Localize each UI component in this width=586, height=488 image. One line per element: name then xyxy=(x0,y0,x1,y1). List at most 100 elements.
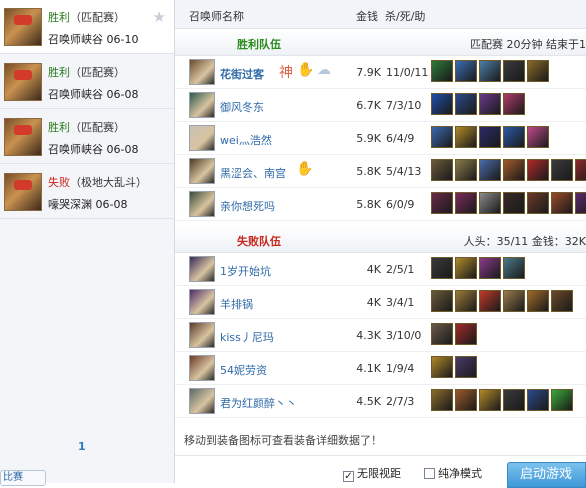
item-icon[interactable] xyxy=(431,159,453,181)
gold-value: 6.7K xyxy=(356,99,381,112)
summoner-name[interactable]: 1岁开始坑 xyxy=(220,263,271,279)
player-row[interactable]: 亲你想死吗 5.8K 6/0/9 xyxy=(175,188,586,221)
pure-mode-checkbox[interactable]: 纯净模式 xyxy=(424,465,482,481)
player-row[interactable]: 君为红颜醉丶丶 4.5K 2/7/3 xyxy=(175,385,586,418)
champion-icon xyxy=(189,191,215,217)
item-icon[interactable] xyxy=(551,389,573,411)
checkbox-box[interactable] xyxy=(424,468,435,479)
item-icon[interactable] xyxy=(527,126,549,148)
item-icon[interactable] xyxy=(431,290,453,312)
col-gold: 金钱 xyxy=(356,10,378,23)
summoner-name[interactable]: 御风冬东 xyxy=(220,99,264,115)
summoner-name[interactable]: wei灬浩然 xyxy=(220,132,272,148)
gold-value: 4K xyxy=(366,296,381,309)
item-icon[interactable] xyxy=(431,126,453,148)
col-kda: 杀/死/助 xyxy=(385,10,426,23)
item-icon[interactable] xyxy=(431,389,453,411)
item-icon[interactable] xyxy=(431,93,453,115)
item-icon[interactable] xyxy=(431,257,453,279)
unlimited-view-checkbox[interactable]: ✓ 无限视距 xyxy=(343,465,401,482)
item-icon[interactable] xyxy=(431,323,453,345)
item-icon[interactable] xyxy=(431,60,453,82)
match-map: 召唤师峡谷 xyxy=(48,143,103,156)
match-result-line: 胜利（匹配赛） xyxy=(48,119,125,135)
item-icon[interactable] xyxy=(455,389,477,411)
match-item[interactable]: 胜利（匹配赛） 召唤师峡谷 06-08 xyxy=(0,55,174,109)
item-icon[interactable] xyxy=(479,159,501,181)
match-result-line: 失败（极地大乱斗） xyxy=(48,174,147,190)
player-row[interactable]: 黑涩会、南宫 5.8K 5/4/13 ✋ xyxy=(175,155,586,188)
start-game-button[interactable]: 启动游戏 xyxy=(507,462,586,488)
champion-icon xyxy=(189,59,215,85)
item-icon[interactable] xyxy=(503,257,525,279)
item-icon[interactable] xyxy=(479,126,501,148)
item-icon[interactable] xyxy=(479,60,501,82)
match-date: 06-08 xyxy=(106,88,139,101)
summoner-name[interactable]: 黑涩会、南宫 xyxy=(220,165,286,181)
match-mode: （极地大乱斗） xyxy=(70,176,147,189)
player-row[interactable]: 御风冬东 6.7K 7/3/10 xyxy=(175,89,586,122)
item-icon[interactable] xyxy=(503,60,525,82)
player-row[interactable]: kiss丿尼玛 4.3K 3/10/0 xyxy=(175,319,586,352)
item-icon[interactable] xyxy=(455,93,477,115)
item-icon[interactable] xyxy=(431,356,453,378)
item-icon[interactable] xyxy=(455,192,477,214)
match-item[interactable]: 胜利（匹配赛） 召唤师峡谷 06-08 xyxy=(0,110,174,164)
item-icon[interactable] xyxy=(479,290,501,312)
item-icon[interactable] xyxy=(503,159,525,181)
item-icon[interactable] xyxy=(527,290,549,312)
item-icon[interactable] xyxy=(455,257,477,279)
match-item[interactable]: 失败（极地大乱斗） 嚎哭深渊 06-08 xyxy=(0,165,174,219)
summoner-name[interactable]: 羊排锅 xyxy=(220,296,253,312)
winning-team-title: 胜利队伍 xyxy=(237,38,281,51)
player-row[interactable]: 羊排锅 4K 3/4/1 xyxy=(175,286,586,319)
player-row[interactable]: 花街过客 7.9K 11/0/11 神 ✋ ☁ xyxy=(175,56,586,89)
item-icon[interactable] xyxy=(455,60,477,82)
player-row[interactable]: 1岁开始坑 4K 2/5/1 xyxy=(175,253,586,286)
match-date: 06-08 xyxy=(95,198,128,211)
item-icon[interactable] xyxy=(431,192,453,214)
match-result: 失败 xyxy=(48,176,70,189)
summoner-name[interactable]: 君为红颜醉丶丶 xyxy=(220,395,297,411)
item-icon[interactable] xyxy=(479,192,501,214)
gold-value: 5.8K xyxy=(356,165,381,178)
item-icon[interactable] xyxy=(479,93,501,115)
item-icon[interactable] xyxy=(575,192,586,214)
item-icon[interactable] xyxy=(575,159,586,181)
page-number[interactable]: 1 xyxy=(78,440,86,453)
summoner-name[interactable]: kiss丿尼玛 xyxy=(220,329,274,345)
item-icon[interactable] xyxy=(527,60,549,82)
sidebar-bottom-button[interactable]: 比赛 xyxy=(0,470,46,486)
item-icon[interactable] xyxy=(479,389,501,411)
item-icon[interactable] xyxy=(551,192,573,214)
item-icon[interactable] xyxy=(455,126,477,148)
item-icon[interactable] xyxy=(503,192,525,214)
player-row[interactable]: wei灬浩然 5.9K 6/4/9 xyxy=(175,122,586,155)
summoner-name[interactable]: 亲你想死吗 xyxy=(220,198,275,214)
team-stats: 人头：35/11 金钱：32K xyxy=(463,235,586,248)
item-icon[interactable] xyxy=(503,290,525,312)
summoner-name[interactable]: 54妮劳资 xyxy=(220,362,267,378)
item-slots xyxy=(431,355,479,381)
match-item[interactable]: 胜利（匹配赛） 召唤师峡谷 06-10 ★ xyxy=(0,0,174,54)
checkbox-box[interactable]: ✓ xyxy=(343,471,354,482)
item-icon[interactable] xyxy=(503,126,525,148)
item-icon[interactable] xyxy=(527,159,549,181)
item-icon[interactable] xyxy=(455,356,477,378)
item-icon[interactable] xyxy=(479,257,501,279)
player-row[interactable]: 54妮劳资 4.1K 1/9/4 xyxy=(175,352,586,385)
gold-value: 4.1K xyxy=(356,362,381,375)
item-icon[interactable] xyxy=(455,290,477,312)
star-icon[interactable]: ★ xyxy=(153,8,166,26)
item-slots xyxy=(431,59,551,85)
gold-value: 5.9K xyxy=(356,132,381,145)
item-icon[interactable] xyxy=(455,159,477,181)
item-icon[interactable] xyxy=(455,323,477,345)
item-icon[interactable] xyxy=(503,93,525,115)
item-icon[interactable] xyxy=(527,192,549,214)
item-icon[interactable] xyxy=(551,159,573,181)
summoner-name[interactable]: 花街过客 xyxy=(220,66,264,82)
item-icon[interactable] xyxy=(551,290,573,312)
item-icon[interactable] xyxy=(527,389,549,411)
item-icon[interactable] xyxy=(503,389,525,411)
